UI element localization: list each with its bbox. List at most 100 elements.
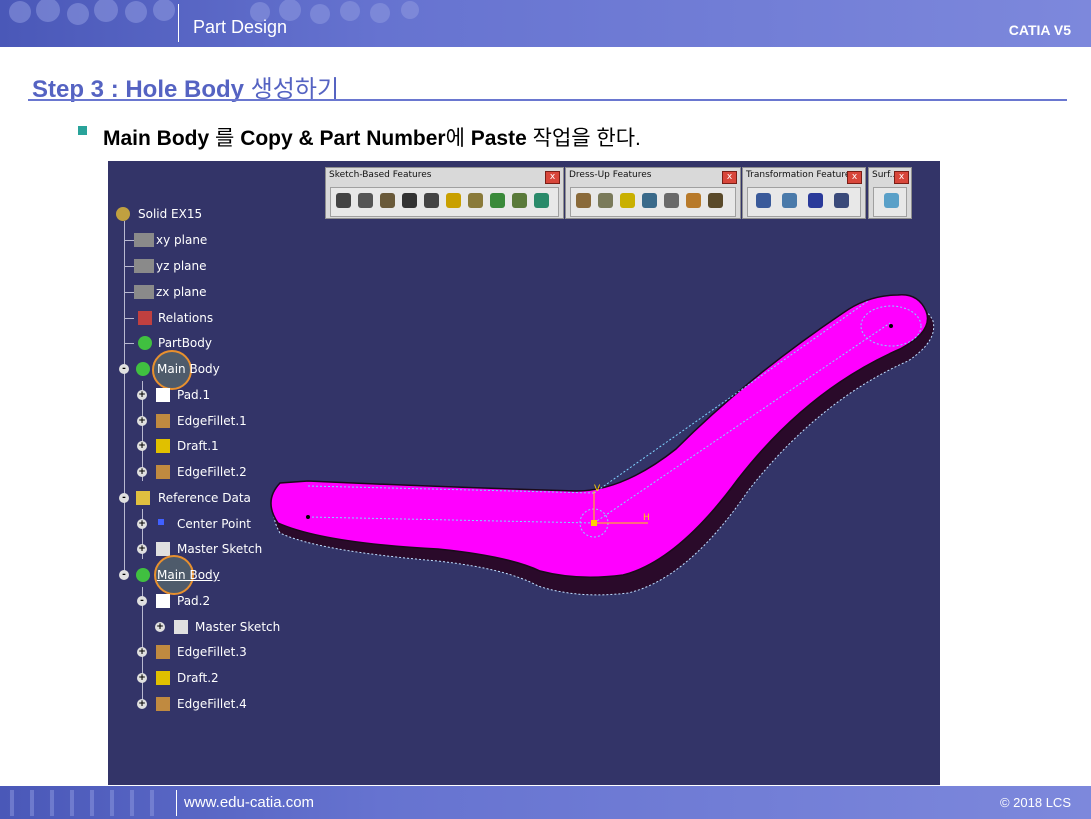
expand-icon[interactable]: + bbox=[137, 519, 147, 529]
expand-icon[interactable]: + bbox=[137, 441, 147, 451]
pad-icon bbox=[156, 388, 170, 402]
header-title: Part Design bbox=[193, 17, 288, 37]
instruction-part-2: 를 bbox=[215, 127, 235, 150]
tree-node-zx-plane[interactable]: zx plane bbox=[156, 285, 207, 299]
instruction-part-6: 작업을 한다. bbox=[532, 127, 641, 150]
tree-node-relations[interactable]: Relations bbox=[158, 311, 213, 325]
instruction-part-4: 에 bbox=[445, 127, 465, 150]
tree-node-master-sketch-2[interactable]: Master Sketch bbox=[195, 620, 280, 634]
header-bar: Part Design CATIA V5 bbox=[0, 0, 1091, 47]
collapse-icon[interactable]: - bbox=[119, 493, 129, 503]
body-icon bbox=[138, 336, 152, 350]
shaft-icon[interactable] bbox=[380, 193, 395, 208]
collapse-icon[interactable]: - bbox=[119, 570, 129, 580]
multi-section-solid-icon[interactable] bbox=[490, 193, 505, 208]
toolbar-transformation-features[interactable]: Transformation Features x bbox=[742, 167, 866, 219]
plane-icon bbox=[134, 259, 154, 273]
close-icon[interactable]: x bbox=[894, 171, 909, 184]
chamfer-icon[interactable] bbox=[598, 193, 613, 208]
tree-node-draft-2[interactable]: Draft.2 bbox=[177, 671, 219, 685]
sketch-icon bbox=[156, 542, 170, 556]
scaling-icon[interactable] bbox=[834, 193, 849, 208]
axis-h-label: H bbox=[643, 513, 650, 523]
removed-multi-section-icon[interactable] bbox=[512, 193, 527, 208]
tree-node-main-body[interactable]: Main Body bbox=[157, 362, 220, 376]
footer-bar: www.edu-catia.com © 2018 LCS bbox=[0, 786, 1091, 819]
collapse-icon[interactable]: - bbox=[119, 364, 129, 374]
expand-icon[interactable]: + bbox=[137, 544, 147, 554]
pocket-icon[interactable] bbox=[358, 193, 373, 208]
tree-node-pad-2[interactable]: Pad.2 bbox=[177, 594, 210, 608]
mirror-icon[interactable] bbox=[782, 193, 797, 208]
expand-icon[interactable]: + bbox=[137, 673, 147, 683]
thread-icon[interactable] bbox=[686, 193, 701, 208]
edgefillet-icon bbox=[156, 465, 170, 479]
edgefillet-icon bbox=[156, 697, 170, 711]
rib-icon[interactable] bbox=[424, 193, 439, 208]
tree-node-edgefillet-2[interactable]: EdgeFillet.2 bbox=[177, 465, 247, 479]
instruction-part-1: Main Body bbox=[103, 127, 210, 150]
shell-icon[interactable] bbox=[642, 193, 657, 208]
toolbar-title: Transformation Features bbox=[746, 170, 856, 180]
thickness-icon[interactable] bbox=[664, 193, 679, 208]
toolbar-sketch-based-features[interactable]: Sketch-Based Features x bbox=[325, 167, 564, 219]
tree-node-edgefillet-1[interactable]: EdgeFillet.1 bbox=[177, 414, 247, 428]
footer-copyright: © 2018 LCS bbox=[999, 795, 1071, 810]
expand-icon[interactable]: + bbox=[137, 416, 147, 426]
tree-node-solid-ex15[interactable]: Solid EX15 bbox=[138, 207, 202, 221]
expand-icon[interactable]: + bbox=[137, 390, 147, 400]
body-icon bbox=[136, 362, 150, 376]
translation-icon[interactable] bbox=[756, 193, 771, 208]
catia-viewport[interactable]: V H Sketch-Based Features x Dress-Up Fea… bbox=[108, 161, 940, 785]
close-icon[interactable]: x bbox=[847, 171, 862, 184]
tree-node-reference-data[interactable]: Reference Data bbox=[158, 491, 251, 505]
edgefillet-icon bbox=[156, 645, 170, 659]
edgefillet-icon bbox=[156, 414, 170, 428]
expand-icon[interactable]: + bbox=[155, 622, 165, 632]
expand-icon[interactable]: + bbox=[137, 647, 147, 657]
close-icon[interactable]: x bbox=[545, 171, 560, 184]
hole-icon[interactable] bbox=[402, 193, 417, 208]
instruction-text: Main Body 를 Copy & Part Number에 Paste 작업… bbox=[103, 122, 641, 152]
pad-icon[interactable] bbox=[336, 193, 351, 208]
instruction-part-5: Paste bbox=[470, 127, 527, 150]
expand-icon[interactable]: + bbox=[137, 699, 147, 709]
geometrical-set-icon bbox=[136, 491, 150, 505]
toolbar-title: Dress-Up Features bbox=[569, 170, 652, 180]
draft-icon bbox=[156, 671, 170, 685]
remove-face-icon[interactable] bbox=[708, 193, 723, 208]
title-underline bbox=[28, 99, 1067, 101]
center-point-right bbox=[889, 324, 893, 328]
expand-icon[interactable]: + bbox=[137, 467, 147, 477]
slot-icon[interactable] bbox=[446, 193, 461, 208]
tree-node-master-sketch[interactable]: Master Sketch bbox=[177, 542, 262, 556]
draft-icon[interactable] bbox=[620, 193, 635, 208]
header-product: CATIA V5 bbox=[1008, 22, 1071, 38]
tree-node-center-point[interactable]: Center Point bbox=[177, 517, 251, 531]
pattern-icon[interactable] bbox=[808, 193, 823, 208]
sketch-icon bbox=[174, 620, 188, 634]
tree-node-xy-plane[interactable]: xy plane bbox=[156, 233, 207, 247]
close-icon[interactable]: x bbox=[722, 171, 737, 184]
bullet-icon bbox=[78, 126, 87, 135]
tree-node-partbody[interactable]: PartBody bbox=[158, 336, 212, 350]
part-top-face bbox=[270, 294, 929, 578]
toolbar-title: Sketch-Based Features bbox=[329, 170, 432, 180]
tree-node-yz-plane[interactable]: yz plane bbox=[156, 259, 207, 273]
tree-node-draft-1[interactable]: Draft.1 bbox=[177, 439, 219, 453]
tree-node-edgefillet-3[interactable]: EdgeFillet.3 bbox=[177, 645, 247, 659]
toolbar-icons bbox=[747, 187, 861, 217]
stiffener-icon[interactable] bbox=[468, 193, 483, 208]
tree-node-edgefillet-4[interactable]: EdgeFillet.4 bbox=[177, 697, 247, 711]
split-icon[interactable] bbox=[884, 193, 899, 208]
toolbar-surface-based-features[interactable]: Surf... x bbox=[868, 167, 912, 219]
body-icon bbox=[136, 568, 150, 582]
tree-node-pad-1[interactable]: Pad.1 bbox=[177, 388, 210, 402]
collapse-icon[interactable]: - bbox=[137, 596, 147, 606]
point-icon bbox=[158, 519, 164, 525]
tree-node-main-body-copy[interactable]: Main Body bbox=[157, 568, 220, 582]
toolbar-dress-up-features[interactable]: Dress-Up Features x bbox=[565, 167, 741, 219]
solid-combine-icon[interactable] bbox=[534, 193, 549, 208]
footer-url[interactable]: www.edu-catia.com bbox=[184, 794, 314, 811]
edge-fillet-icon[interactable] bbox=[576, 193, 591, 208]
